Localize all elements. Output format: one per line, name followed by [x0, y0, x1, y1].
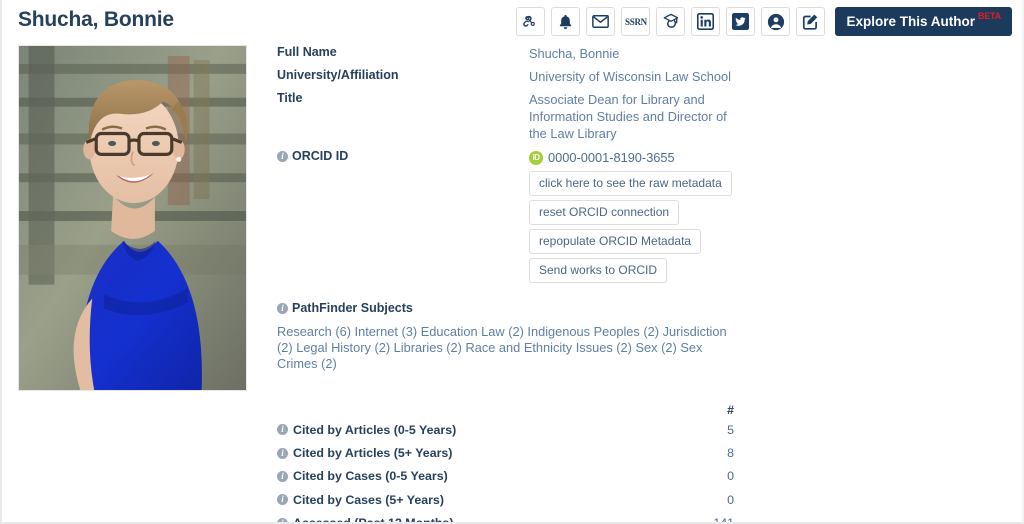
profile-icon-glyph [767, 13, 785, 30]
info-icon[interactable]: i [277, 447, 288, 459]
info-icon[interactable]: i [277, 302, 288, 314]
stat-value: 5 [727, 422, 734, 437]
orcid-id-line[interactable]: iD 0000-0001-8190-3655 [529, 149, 747, 166]
ssrn-icon[interactable]: SSRN [621, 7, 651, 36]
beta-badge: BETA [977, 11, 1001, 21]
explore-this-author-button[interactable]: Explore This Author BETA [835, 7, 1012, 36]
twitter-icon[interactable] [726, 7, 756, 36]
info-icon[interactable]: i [277, 150, 288, 162]
field-label-orcid: i ORCID ID [277, 149, 348, 163]
stat-value: 8 [727, 446, 734, 461]
field-label-orcid-text: ORCID ID [292, 149, 349, 163]
stat-label-text: Cited by Cases (5+ Years) [293, 492, 444, 507]
stat-label: i Cited by Articles (5+ Years) [277, 446, 452, 460]
bell-icon-glyph [560, 14, 572, 29]
field-label-title: Title [277, 91, 303, 105]
pathfinder-heading-text: PathFinder Subjects [292, 301, 413, 315]
page-title: Shucha, Bonnie [18, 8, 174, 31]
stat-row: i Cited by Cases (5+ Years) 0 [277, 488, 737, 511]
field-orcid: i ORCID ID iD 0000-0001-8190-3655 click … [277, 149, 747, 283]
stat-row: i Cited by Cases (0-5 Years) 0 [277, 465, 737, 488]
pathfinder-subject-link[interactable]: Legal History (2) [296, 340, 390, 355]
stat-label-text: Cited by Cases (0-5 Years) [293, 469, 448, 484]
info-icon[interactable]: i [277, 424, 288, 436]
orcid-logo-icon: iD [529, 150, 543, 165]
pathfinder-subject-link[interactable]: Race and Ethnicity Issues (2) [466, 340, 632, 355]
author-photo [18, 45, 247, 391]
ssrn-label: SSRN [625, 16, 647, 27]
info-icon[interactable]: i [277, 470, 288, 482]
author-photo-image [19, 46, 246, 390]
stat-label: i Accessed (Past 12 Months) [277, 516, 454, 524]
edit-icon[interactable] [796, 7, 826, 36]
envelope-icon[interactable] [586, 7, 616, 36]
field-value-title: Associate Dean for Library and Informati… [529, 92, 727, 141]
stat-label: i Cited by Cases (0-5 Years) [277, 469, 448, 483]
reset-orcid-connection-button[interactable]: reset ORCID connection [529, 200, 680, 225]
envelope-icon-glyph [592, 15, 610, 28]
info-icon[interactable]: i [277, 494, 288, 506]
pathfinder-heading: i PathFinder Subjects [277, 301, 747, 315]
stat-value: 0 [727, 469, 734, 484]
linkedin-icon[interactable] [691, 7, 721, 36]
field-full-name: Full Name Shucha, Bonnie [277, 45, 747, 68]
stat-value: 0 [727, 492, 734, 507]
orcid-action-buttons: click here to see the raw metadata reset… [529, 171, 747, 283]
info-icon[interactable]: i [277, 517, 288, 522]
field-value-full-name[interactable]: Shucha, Bonnie [529, 45, 739, 62]
field-value-university-affiliation[interactable]: University of Wisconsin Law School [529, 68, 739, 85]
send-works-to-orcid-button[interactable]: Send works to ORCID [529, 258, 668, 283]
google-scholar-glyph [663, 13, 679, 28]
stat-label: i Cited by Articles (0-5 Years) [277, 423, 456, 437]
detail-fields: Full Name Shucha, Bonnie University/Affi… [277, 45, 747, 372]
link-icon-glyph [523, 15, 536, 27]
page-header: Shucha, Bonnie SSRN Explore This Author … [2, 0, 1022, 45]
pathfinder-subject-link[interactable]: Libraries (2) [394, 340, 462, 355]
stat-label-text: Accessed (Past 12 Months) [293, 516, 454, 524]
pathfinder-subject-link[interactable]: Indigenous Peoples (2) [527, 324, 659, 339]
google-scholar-icon[interactable] [656, 7, 686, 36]
stat-label-text: Cited by Articles (5+ Years) [293, 446, 453, 461]
stat-value: 141 [713, 516, 734, 524]
orcid-id-value: 0000-0001-8190-3655 [548, 150, 675, 165]
field-label-university-affiliation: University/Affiliation [277, 68, 399, 82]
edit-icon-glyph [803, 14, 818, 30]
field-value-orcid: iD 0000-0001-8190-3655 click here to see… [529, 149, 747, 283]
view-raw-metadata-button[interactable]: click here to see the raw metadata [529, 171, 732, 196]
pathfinder-section: i PathFinder Subjects Research (6) Inter… [277, 301, 747, 372]
pathfinder-subject-link[interactable]: Education Law (2) [421, 324, 524, 339]
link-icon[interactable] [516, 7, 546, 36]
linkedin-icon-glyph [697, 13, 715, 30]
statistics-table: # i Cited by Articles (0-5 Years) 5 i Cited … [277, 403, 737, 524]
pathfinder-subject-link[interactable]: Research (6) [277, 324, 351, 339]
explore-label: Explore This Author [846, 14, 975, 29]
pathfinder-subject-link[interactable]: Sex (2) [636, 340, 677, 355]
stat-row: i Cited by Articles (0-5 Years) 5 [277, 418, 737, 441]
pathfinder-subject-links: Research (6) Internet (3) Education Law … [277, 324, 733, 372]
stats-column-header: # [727, 403, 734, 417]
field-title: Title Associate Dean for Library and Inf… [277, 91, 747, 147]
stats-rows: i Cited by Articles (0-5 Years) 5 i Cited by… [277, 418, 737, 524]
action-toolbar: SSRN Explore This Author BETA [516, 7, 1012, 36]
twitter-icon-glyph [732, 13, 750, 30]
pathfinder-subject-link[interactable]: Internet (3) [355, 324, 418, 339]
bell-icon[interactable] [551, 7, 581, 36]
stat-row: i Cited by Articles (5+ Years) 8 [277, 441, 737, 464]
field-label-full-name: Full Name [277, 45, 337, 59]
repopulate-orcid-metadata-button[interactable]: repopulate ORCID Metadata [529, 229, 702, 254]
profile-icon[interactable] [761, 7, 791, 36]
field-university-affiliation: University/Affiliation University of Wis… [277, 68, 747, 91]
stat-label: i Cited by Cases (5+ Years) [277, 493, 444, 507]
author-profile-page: Shucha, Bonnie SSRN Explore This Author … [0, 0, 1024, 524]
stat-row: i Accessed (Past 12 Months) 141 [277, 512, 737, 524]
stat-label-text: Cited by Articles (0-5 Years) [293, 422, 457, 437]
